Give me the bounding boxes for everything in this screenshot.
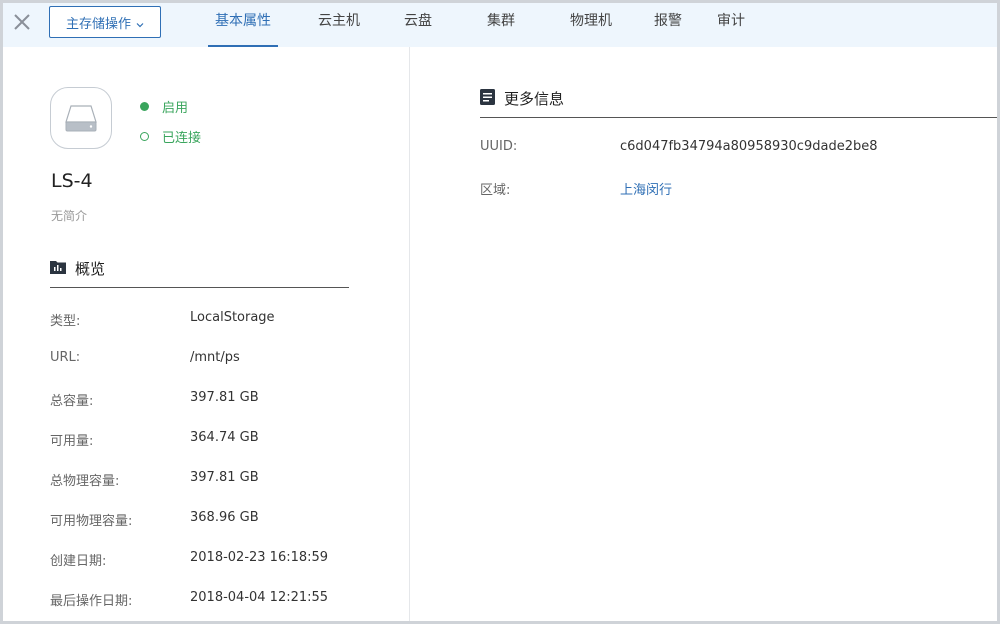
tab-bar: 基本属性 云主机 云盘 集群 物理机 报警 审计 [193, 3, 749, 47]
overview-row: 最后操作日期: 2018-04-04 12:21:55 [50, 590, 328, 609]
overview-title: 概览 [75, 260, 106, 278]
row-value: 368.96 GB [190, 510, 259, 525]
tab-hosts[interactable]: 物理机 [566, 3, 616, 47]
top-bar: 主存储操作 基本属性 云主机 云盘 集群 物理机 报警 审计 [3, 3, 997, 47]
overview-header: 概览 [50, 258, 349, 288]
row-label: 创建日期: [50, 554, 107, 569]
tab-vm-instances[interactable]: 云主机 [314, 3, 364, 47]
status-enabled: 启用 [140, 97, 188, 116]
status-enabled-label: 启用 [162, 101, 189, 116]
close-icon[interactable] [11, 11, 33, 33]
row-label: 类型: [50, 314, 81, 329]
row-label: 最后操作日期: [50, 594, 133, 609]
uuid-row: UUID: c6d047fb34794a80958930c9dade2be8 [480, 139, 877, 154]
document-icon [480, 88, 495, 109]
storage-name: LS-4 [51, 170, 93, 192]
row-value: /mnt/ps [190, 350, 240, 365]
row-value: 397.81 GB [190, 390, 259, 405]
row-value: 364.74 GB [190, 430, 259, 445]
tab-volumes[interactable]: 云盘 [400, 3, 436, 47]
more-info-header: 更多信息 [480, 88, 997, 118]
overview-row: 总容量: 397.81 GB [50, 390, 259, 409]
zone-row: 区域: 上海闵行 [480, 179, 672, 198]
tab-basic-properties[interactable]: 基本属性 [208, 3, 278, 47]
row-label: URL: [50, 350, 81, 365]
row-value: 2018-04-04 12:21:55 [190, 590, 329, 605]
tab-alarms[interactable]: 报警 [650, 3, 686, 47]
detail-panel: 主存储操作 基本属性 云主机 云盘 集群 物理机 报警 审计 启用 已连接 LS… [0, 0, 1000, 624]
overview-row: URL: /mnt/ps [50, 350, 240, 365]
storage-description: 无简介 [51, 209, 88, 223]
more-info-title: 更多信息 [504, 90, 565, 108]
uuid-label: UUID: [480, 139, 518, 154]
row-label: 总物理容量: [50, 474, 120, 489]
status-connected: 已连接 [140, 127, 201, 146]
left-panel: 启用 已连接 LS-4 无简介 概览 类型: LocalStorage URL:… [3, 47, 410, 621]
row-label: 可用物理容量: [50, 514, 133, 529]
storage-actions-label: 主存储操作 [65, 16, 131, 32]
overview-row: 类型: LocalStorage [50, 310, 275, 329]
row-value: 2018-02-23 16:18:59 [190, 550, 329, 565]
row-value: LocalStorage [190, 310, 275, 325]
status-dot-icon [140, 102, 149, 111]
folder-chart-icon [50, 259, 66, 278]
chevron-down-icon [136, 18, 144, 28]
tab-audit[interactable]: 审计 [713, 3, 749, 47]
overview-row: 可用量: 364.74 GB [50, 430, 259, 449]
zone-link[interactable]: 上海闵行 [620, 179, 672, 198]
row-label: 可用量: [50, 434, 94, 449]
overview-row: 总物理容量: 397.81 GB [50, 470, 259, 489]
row-label: 总容量: [50, 394, 94, 409]
overview-row: 创建日期: 2018-02-23 16:18:59 [50, 550, 328, 569]
storage-actions-button[interactable]: 主存储操作 [49, 6, 161, 38]
status-dot-outline-icon [140, 132, 149, 141]
tab-clusters[interactable]: 集群 [483, 3, 519, 47]
overview-row: 可用物理容量: 368.96 GB [50, 510, 259, 529]
row-value: 397.81 GB [190, 470, 259, 485]
zone-label: 区域: [480, 183, 511, 198]
primary-storage-icon [50, 87, 112, 149]
uuid-value: c6d047fb34794a80958930c9dade2be8 [620, 139, 878, 154]
status-connected-label: 已连接 [162, 131, 202, 146]
